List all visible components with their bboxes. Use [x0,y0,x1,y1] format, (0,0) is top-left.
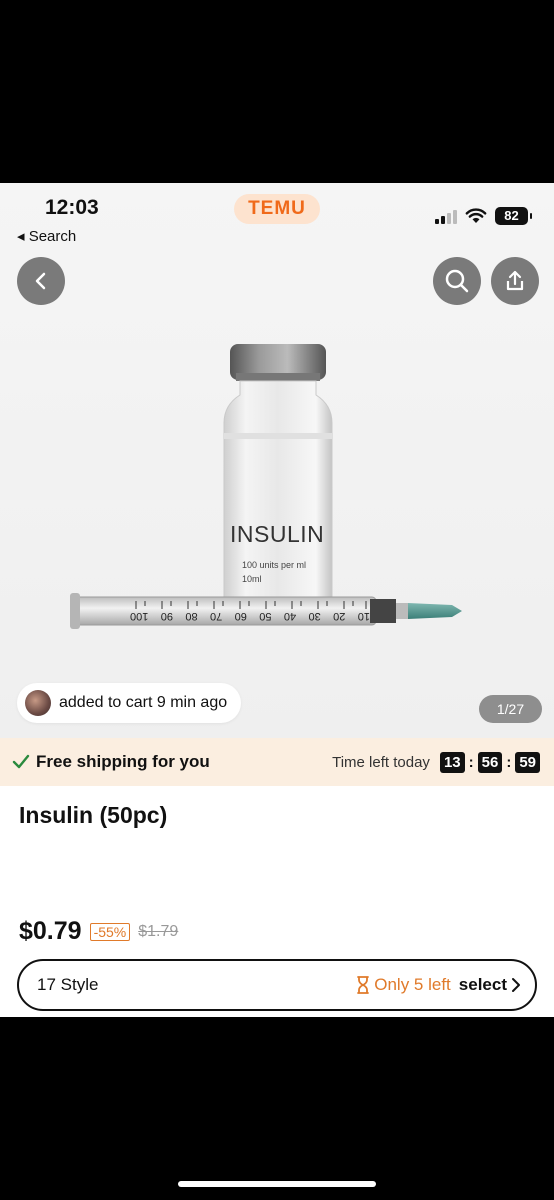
sale-price: $0.79 [19,917,82,945]
syringe-mark: 30 [308,610,321,622]
back-button[interactable] [17,257,65,305]
avatar [25,690,51,716]
select-label: select [458,975,507,994]
stock-warning: Only 5 left [356,975,451,995]
stock-text: Only 5 left [374,975,451,994]
status-time: 12:03 [45,196,99,219]
syringe-scale: 10 20 30 40 50 60 70 80 90 100 [130,610,370,622]
syringe-mark: 20 [333,610,346,622]
brand-logo: TEMU [234,194,320,224]
product-title: Insulin (50pc) [19,802,168,828]
home-indicator[interactable] [178,1181,376,1187]
search-button[interactable] [433,257,481,305]
timer-seconds: 59 [515,751,540,773]
timer-separator: : [506,753,512,771]
syringe-mark: 70 [210,610,223,622]
vial-label: INSULIN [230,521,325,547]
timer-separator: : [468,753,474,771]
price-row: $0.79 -55% $1.79 [19,917,178,946]
countdown-timer: Time left today 13 : 56 : 59 [332,751,540,773]
status-bar: 12:03 ◂ Search TEMU 82 [0,183,554,253]
original-price: $1.79 [138,922,179,940]
added-to-cart-badge: added to cart 9 min ago [17,683,242,723]
battery-icon: 82 [495,207,532,225]
vial-volume: 10ml [242,574,262,584]
wifi-icon [465,208,487,223]
vial-concentration: 100 units per ml [242,560,307,570]
syringe-mark: 100 [130,610,149,622]
syringe-mark: 80 [185,610,198,622]
share-button[interactable] [491,257,539,305]
free-shipping-bar[interactable]: Free shipping for you Time left today 13… [0,738,554,786]
timer-minutes: 56 [477,751,503,773]
image-counter: 1/27 [479,695,542,723]
syringe-mark: 40 [283,610,297,622]
product-screen: INSULIN 100 units per ml 10ml 10 20 30 4… [0,183,554,1017]
signal-icon [435,208,457,224]
back-to-search-link[interactable]: ◂ Search [17,227,76,245]
status-indicators: 82 [435,207,532,225]
select-link[interactable]: select [459,975,521,995]
check-icon [12,754,30,769]
style-count: 17 Style [37,975,99,994]
timer-hours: 13 [439,751,465,773]
share-icon [506,270,524,291]
syringe-mark: 60 [234,610,247,622]
free-shipping-info: Free shipping for you [12,752,210,772]
discount-badge: -55% [89,922,131,941]
hourglass-icon [357,976,370,994]
syringe-mark: 90 [160,610,173,622]
timer-label: Time left today [332,753,430,771]
style-selector-right: Only 5 left select [356,975,521,995]
chevron-right-icon [512,978,520,992]
syringe-mark: 10 [357,610,370,622]
chevron-left-icon [35,272,46,290]
product-info: Insulin (50pc) $0.79 -55% $1.79 17 Style… [0,786,554,1017]
added-to-cart-text: added to cart 9 min ago [59,694,228,711]
search-icon [445,269,469,293]
style-selector-button[interactable]: 17 Style Only 5 left select [17,959,537,1011]
syringe-mark: 50 [259,610,272,622]
free-shipping-text: Free shipping for you [36,752,210,771]
